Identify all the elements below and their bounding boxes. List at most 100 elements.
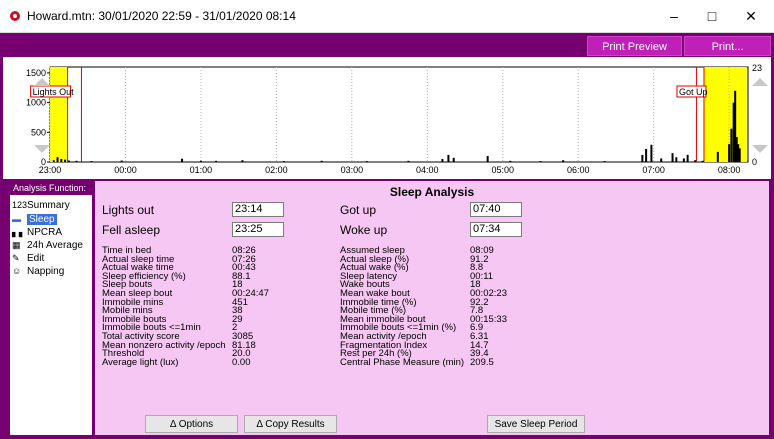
activity-bar <box>486 156 489 162</box>
x-tick-label: 00:00 <box>114 165 137 175</box>
sleep-icon: ▬ <box>12 214 21 224</box>
summary-icon: 123 <box>12 200 28 210</box>
activity-bar <box>701 160 704 162</box>
lights-out-annotation: Lights Out <box>33 87 75 97</box>
x-tick-label: 05:00 <box>491 165 514 175</box>
lights-out-field[interactable] <box>232 202 284 217</box>
print-button[interactable]: Print... <box>684 36 771 56</box>
analysis-function-panel: Analysis Function: 123Summary ▬ Sleep ▖▖N… <box>10 181 92 435</box>
activity-bar <box>120 160 123 162</box>
right-y-tick-label: 0 <box>752 157 757 167</box>
activity-bar <box>215 160 218 162</box>
stat-value: 29 <box>232 313 243 325</box>
activity-bar <box>320 160 323 162</box>
activity-chart: Lights Out Got Up15001000500023023:00 00:0… <box>26 63 768 175</box>
nav-item-npcra[interactable]: ▖▖NPCRA <box>12 226 62 239</box>
activity-bar <box>682 158 685 162</box>
activity-bar <box>452 157 455 162</box>
light-period <box>703 67 747 162</box>
title-bar: Howard.mtn: 30/01/2020 22:59 - 31/01/202… <box>0 0 774 33</box>
x-tick-label: 06:00 <box>567 165 590 175</box>
sleep-analysis-title: Sleep Analysis <box>389 185 475 199</box>
copy-results-button[interactable]: Δ Copy Results <box>244 415 337 433</box>
y-tick-label: 1500 <box>26 68 46 78</box>
lights-out-label: Lights out <box>102 203 155 217</box>
got-up-annotation: Got Up <box>679 87 708 97</box>
24h-average-icon: ▦ <box>12 240 21 250</box>
activity-bar <box>241 160 244 162</box>
activity-bar <box>686 154 689 162</box>
light-period <box>50 67 68 162</box>
x-tick-label: 23:00 <box>39 165 62 175</box>
fell-asleep-field[interactable] <box>232 222 284 237</box>
activity-bar <box>282 161 285 162</box>
nav-item-edit[interactable]: ✎ Edit <box>12 252 44 265</box>
activity-bar <box>181 158 184 162</box>
options-button[interactable]: Δ Options <box>145 415 238 433</box>
stat-value: 209.5 <box>470 356 494 368</box>
x-tick-label: 03:00 <box>341 165 364 175</box>
activity-bar <box>728 144 731 162</box>
got-up-label: Got up <box>340 203 377 217</box>
left-stat-labels: Time in bed Actual sleep time Actual wak… <box>102 246 226 368</box>
maximize-button[interactable]: □ <box>693 4 731 28</box>
x-tick-label: 07:00 <box>642 165 665 175</box>
activity-bar <box>67 160 70 162</box>
right-stat-labels: Assumed sleep Actual sleep (%) Actual wa… <box>340 246 465 368</box>
print-preview-button[interactable]: Print Preview <box>587 36 682 56</box>
scroll-up-left-icon <box>34 78 50 86</box>
activity-bar <box>671 153 674 162</box>
scroll-down-left-icon <box>34 145 50 153</box>
plot-area <box>49 66 749 163</box>
y-tick-label: 500 <box>31 127 46 137</box>
right-stat-values: 08:09 91.2 8.8 00:11 18 00:02:23 92.2 7.… <box>470 246 507 368</box>
window-title: Howard.mtn: 30/01/2020 22:59 - 31/01/202… <box>27 9 296 23</box>
woke-up-label: Woke up <box>340 223 388 237</box>
activity-bar <box>738 148 741 162</box>
activity-bar <box>562 160 565 162</box>
stat-label: Average light (lux) <box>102 356 179 368</box>
stat-value: 0.00 <box>232 356 251 368</box>
activity-bar <box>539 161 542 162</box>
nav-item-summary[interactable]: 123Summary <box>12 199 70 212</box>
activity-bar <box>56 157 59 162</box>
pencil-icon: ✎ <box>12 253 20 263</box>
activity-bar <box>716 151 719 162</box>
got-up-field[interactable] <box>470 202 522 217</box>
activity-bar <box>641 154 644 162</box>
nav-item-napping[interactable]: ☺ Napping <box>12 265 64 278</box>
right-y-tick-label: 23 <box>752 63 762 73</box>
stat-label: Central Phase Measure (min) <box>340 356 465 368</box>
activity-bar <box>447 154 450 162</box>
activity-bar <box>650 144 653 162</box>
activity-bar <box>365 161 368 162</box>
app-icon <box>10 11 20 21</box>
save-sleep-period-button[interactable]: Save Sleep Period <box>487 415 585 433</box>
activity-bar <box>441 159 444 162</box>
close-button[interactable]: ✕ <box>732 4 770 28</box>
activity-bar <box>509 160 512 162</box>
activity-bar <box>730 128 733 162</box>
toolbar: Print Preview Print... <box>0 33 774 57</box>
y-tick-label: 1000 <box>26 98 46 108</box>
left-stat-values: 08:26 07:26 00:43 88.1 18 00:24:47 451 3… <box>232 246 269 368</box>
activity-bar <box>75 160 78 162</box>
activity-bar <box>199 160 202 162</box>
activity-bar <box>407 160 410 162</box>
nav-item-sleep[interactable]: ▬ Sleep <box>12 213 57 226</box>
woke-up-field[interactable] <box>470 222 522 237</box>
npcra-icon: ▖▖ <box>12 227 26 237</box>
activity-bar <box>660 158 663 162</box>
analysis-function-header: Analysis Function: <box>10 181 92 195</box>
sleep-analysis-panel: Sleep Analysis Lights out Fell asleep Go… <box>95 181 769 435</box>
activity-bar <box>694 160 697 162</box>
activity-bar <box>645 148 648 162</box>
minimize-button[interactable]: – <box>655 4 693 28</box>
activity-bar <box>675 157 678 162</box>
x-tick-label: 04:00 <box>416 165 439 175</box>
nav-item-24h-average[interactable]: ▦ 24h Average <box>12 239 83 252</box>
activity-bar <box>64 159 67 162</box>
scroll-down-right-icon <box>752 145 768 153</box>
x-tick-label: 02:00 <box>265 165 288 175</box>
fell-asleep-label: Fell asleep <box>102 223 161 237</box>
